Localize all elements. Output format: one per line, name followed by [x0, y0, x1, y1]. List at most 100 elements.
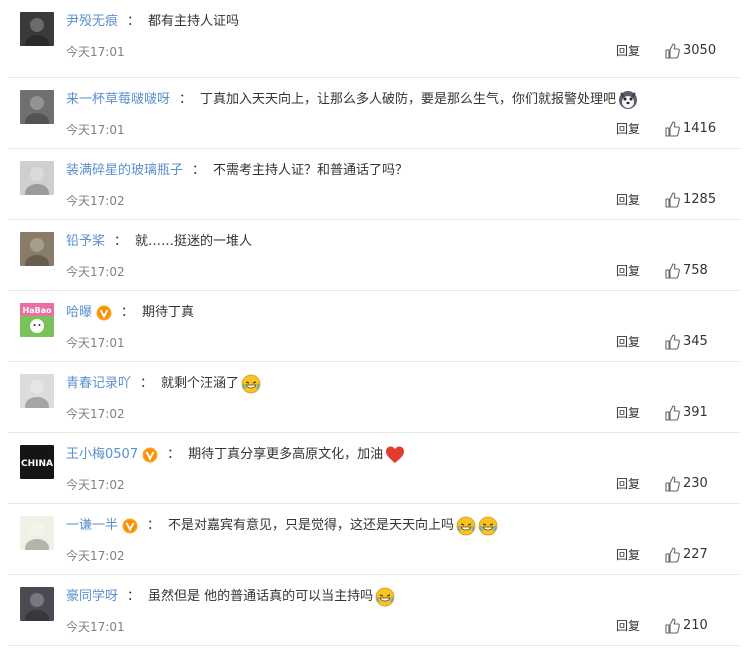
avatar[interactable]: [20, 161, 54, 195]
comment-item: 装满碎星的玻璃瓶子 ： 不需考主持人证？和普通话了吗？ 今天17:02 回复 1285: [8, 149, 740, 220]
like-button[interactable]: 210: [664, 617, 708, 635]
thumbs-up-icon: [664, 476, 683, 492]
reply-button[interactable]: 回复: [616, 43, 640, 59]
svg-text:HaBao: HaBao: [22, 306, 52, 315]
avatar[interactable]: [20, 12, 54, 46]
comment-text: 虽然但是 他的普通话真的可以当主持吗: [148, 589, 374, 605]
svg-text:CHINA: CHINA: [21, 459, 53, 469]
thumbs-up-icon: [664, 547, 683, 563]
comment-line: 尹殁无痕 ： 都有主持人证吗: [66, 12, 239, 32]
separator: ：: [192, 163, 206, 178]
timestamp: 今天17:01: [66, 123, 125, 137]
comment-line: 哈曝 ： 期待丁真: [66, 303, 194, 323]
comment-line: 青春记录吖 ： 就剩个汪涵了: [66, 374, 261, 395]
like-button[interactable]: 391: [664, 404, 708, 422]
timestamp: 今天17:01: [66, 336, 125, 350]
comment-item: 铅予桨 ： 就……挺迷的一堆人今天17:02 回复 758: [8, 220, 740, 291]
avatar[interactable]: [20, 587, 54, 621]
reply-button[interactable]: 回复: [616, 121, 640, 137]
comment-line: 豪同学呀 ： 虽然但是 他的普通话真的可以当主持吗: [66, 587, 395, 608]
thumbs-up-icon: [664, 334, 683, 350]
username-link[interactable]: 来一杯草莓啵啵呀: [66, 90, 170, 110]
comment-text: 不是对嘉宾有意见，只是觉得，这还是天天向上吗: [168, 518, 455, 534]
separator: ：: [121, 305, 135, 320]
username-link[interactable]: 尹殁无痕: [66, 12, 118, 32]
comment-line: 来一杯草莓啵啵呀 ： 丁真加入天天向上，让那么多人破防，要是那么生气，你们就报警处理…: [66, 90, 638, 111]
like-count: 227: [683, 547, 708, 562]
separator: ：: [147, 518, 161, 534]
reply-button[interactable]: 回复: [616, 405, 640, 421]
laugh-cry-emoji-icon: [476, 516, 498, 537]
comment-item: 尹殁无痕 ： 都有主持人证吗 今天17:01 回复 3050: [8, 0, 740, 78]
comment-text: 期待丁真分享更多高原文化，加油: [188, 447, 384, 463]
heart-emoji-icon: [383, 445, 405, 466]
avatar[interactable]: [20, 232, 54, 266]
username-link[interactable]: 豪同学呀: [66, 587, 118, 607]
username-link[interactable]: 装满碎星的玻璃瓶子: [66, 161, 183, 181]
timestamp: 今天17:02: [66, 265, 125, 279]
like-button[interactable]: 3050: [664, 42, 716, 60]
avatar[interactable]: HaBao: [20, 303, 54, 337]
laugh-cry-emoji-icon: [373, 587, 395, 608]
avatar[interactable]: [20, 90, 54, 124]
like-button[interactable]: 345: [664, 333, 708, 351]
reply-button[interactable]: 回复: [616, 192, 640, 208]
comment-item: 一谦一半 ： 不是对嘉宾有意见，只是觉得，这还是天天向上吗今天17:02 回复 227: [8, 504, 740, 575]
separator: ：: [167, 447, 181, 463]
comment-item: CHINA 王小梅0507 ： 期待丁真分享更多高原文化，加油今天17:02 回复 230: [8, 433, 740, 504]
separator: ：: [127, 589, 141, 605]
reply-button[interactable]: 回复: [616, 476, 640, 492]
username-link[interactable]: 青春记录吖: [66, 374, 131, 394]
timestamp: 今天17:01: [66, 45, 125, 59]
like-button[interactable]: 1285: [664, 191, 716, 209]
reply-button[interactable]: 回复: [616, 334, 640, 350]
reply-button[interactable]: 回复: [616, 618, 640, 634]
thumbs-up-icon: [664, 263, 683, 279]
like-button[interactable]: 227: [664, 546, 708, 564]
username-link[interactable]: 哈曝: [66, 303, 92, 323]
comment-item: HaBao 哈曝 ： 期待丁真今天17:01 回复 345: [8, 291, 740, 362]
timestamp: 今天17:02: [66, 478, 125, 492]
comment-text: 期待丁真: [142, 305, 195, 320]
like-count: 1285: [683, 192, 717, 207]
username-link[interactable]: 一谦一半: [66, 516, 118, 536]
like-count: 391: [683, 405, 708, 420]
thumbs-up-icon: [664, 405, 683, 421]
username-link[interactable]: 王小梅0507: [66, 445, 138, 465]
verified-badge-icon: [96, 305, 112, 321]
like-count: 230: [683, 476, 708, 491]
separator: ：: [140, 376, 154, 392]
like-button[interactable]: 230: [664, 475, 708, 493]
comment-list: 尹殁无痕 ： 都有主持人证吗 今天17:01 回复 3050 来一杯草莓啵啵呀 ： 丁真加入天天…: [0, 0, 744, 660]
like-count: 345: [683, 334, 708, 349]
laugh-cry-emoji-icon: [239, 374, 261, 395]
avatar[interactable]: CHINA: [20, 445, 54, 479]
timestamp: 今天17:02: [66, 407, 125, 421]
separator: ：: [127, 14, 141, 29]
comment-text: 不需考主持人证？和普通话了吗？: [213, 163, 409, 178]
like-button[interactable]: 758: [664, 262, 708, 280]
comment-line: 铅予桨 ： 就……挺迷的一堆人: [66, 232, 252, 252]
timestamp: 今天17:02: [66, 194, 125, 208]
username-link[interactable]: 铅予桨: [66, 232, 105, 252]
thumbs-up-icon: [664, 192, 683, 208]
reply-button[interactable]: 回复: [616, 547, 640, 563]
like-count: 210: [683, 618, 708, 633]
avatar[interactable]: [20, 516, 54, 550]
separator: ：: [179, 92, 193, 108]
comment-text: 就剩个汪涵了: [161, 376, 240, 392]
comment-line: 装满碎星的玻璃瓶子 ： 不需考主持人证？和普通话了吗？: [66, 161, 408, 181]
avatar[interactable]: [20, 374, 54, 408]
thumbs-up-icon: [664, 43, 683, 59]
like-count: 758: [683, 263, 708, 278]
like-button[interactable]: 1416: [664, 120, 716, 138]
comment-text: 丁真加入天天向上，让那么多人破防，要是那么生气，你们就报警处理吧: [200, 92, 617, 108]
comment-item: 青春记录吖 ： 就剩个汪涵了今天17:02 回复 391: [8, 362, 740, 433]
comment-line: 王小梅0507 ： 期待丁真分享更多高原文化，加油: [66, 445, 405, 466]
reply-button[interactable]: 回复: [616, 263, 640, 279]
laugh-cry-emoji-icon: [454, 516, 476, 537]
comment-item: 来一杯草莓啵啵呀 ： 丁真加入天天向上，让那么多人破防，要是那么生气，你们就报警处理…: [8, 78, 740, 149]
timestamp: 今天17:02: [66, 549, 125, 563]
verified-badge-icon: [142, 447, 158, 463]
like-count: 1416: [683, 121, 717, 136]
